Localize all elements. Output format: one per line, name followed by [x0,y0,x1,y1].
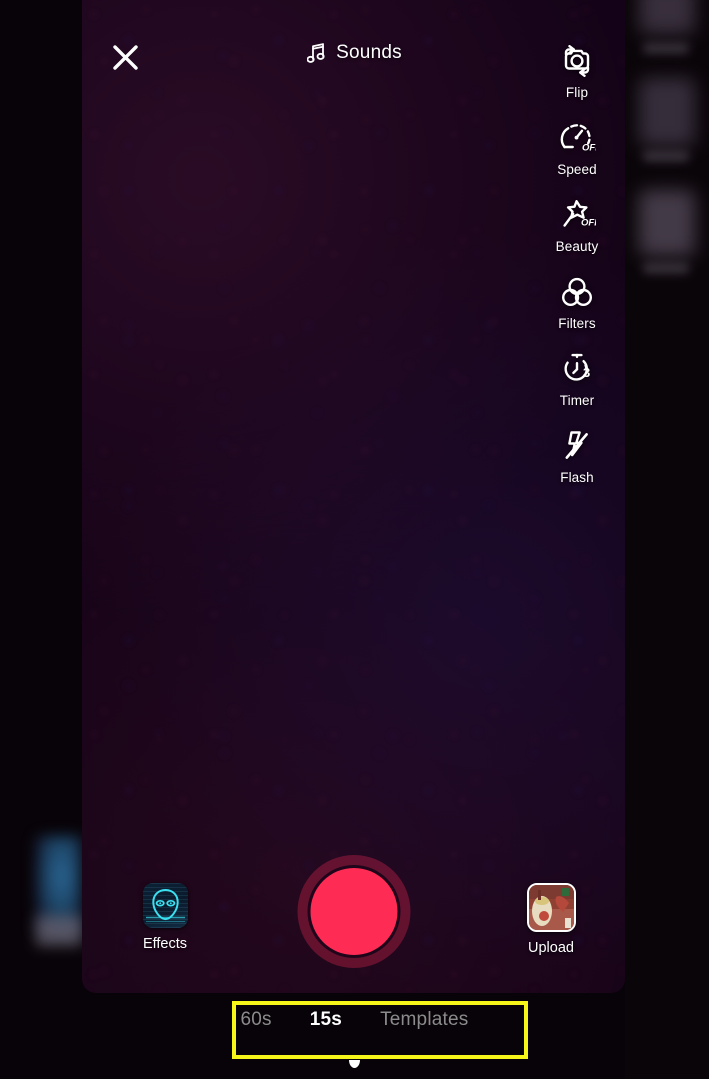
mode-selector-bar: 60s 15s Templates [0,1009,709,1031]
rail-label-flash: Flash [560,470,594,485]
sounds-button[interactable]: Sounds [307,42,402,64]
background-list-item [639,0,695,34]
record-button[interactable] [297,855,410,968]
mode-selector-tabs: 60s 15s Templates [241,1009,469,1031]
rail-label-speed: Speed [557,162,597,177]
flash-off-icon [558,425,596,467]
filters-circles-icon [558,271,596,313]
effects-label: Effects [142,936,188,952]
mode-tab-templates[interactable]: Templates [380,1009,468,1031]
camera-tool-rail: Flip OFF Speed [529,40,625,485]
mode-tab-60s[interactable]: 60s [241,1009,272,1031]
rail-item-filters[interactable]: Filters [539,271,615,331]
effects-button[interactable]: Effects [115,883,215,952]
rail-label-timer: Timer [559,393,595,408]
background-left-caption [36,916,82,946]
rail-item-flip[interactable]: Flip [539,40,615,100]
rail-label-beauty: Beauty [555,239,599,254]
background-list-item [639,78,695,146]
background-list-label [643,152,689,161]
rail-label-flip: Flip [565,85,589,100]
svg-text:3: 3 [583,365,590,380]
rail-item-flash[interactable]: Flash [539,425,615,485]
rail-label-filters: Filters [558,316,596,331]
background-right-panel [625,0,709,1079]
rail-item-speed[interactable]: OFF Speed [539,117,615,177]
magic-wand-icon: OFF [558,194,596,236]
upload-label: Upload [528,940,574,956]
background-list-label [643,264,689,273]
mode-tab-15s[interactable]: 15s [310,1009,342,1031]
alien-face-icon [142,883,188,928]
svg-text:OFF: OFF [582,143,596,154]
rail-item-beauty[interactable]: OFF Beauty [539,194,615,254]
stopwatch-icon: 3 [558,348,596,390]
camera-flip-icon [558,40,596,82]
close-x-icon [113,45,138,70]
svg-text:OFF: OFF [581,218,596,229]
close-button[interactable] [107,39,144,76]
record-button-core [310,868,397,955]
background-list-label [643,44,689,53]
background-list-item [639,190,695,256]
speedometer-icon: OFF [558,117,596,159]
capture-controls: Effects Upload [82,855,625,970]
rail-item-timer[interactable]: 3 Timer [539,348,615,408]
upload-button[interactable]: Upload [501,883,601,956]
music-note-icon [307,43,325,63]
sounds-label: Sounds [336,42,402,63]
gallery-thumbnail [526,883,576,932]
